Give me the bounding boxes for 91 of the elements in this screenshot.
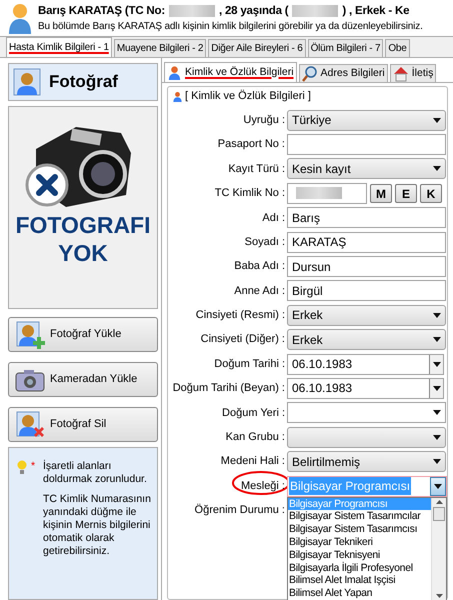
field-label: TC Kimlik No : xyxy=(214,186,285,202)
mernis-button[interactable]: E xyxy=(395,184,417,203)
text-field[interactable]: Birgül xyxy=(287,280,446,302)
field-label: Anne Adı : xyxy=(234,284,285,299)
dropdown-field[interactable]: Türkiye xyxy=(287,110,446,131)
scroll-up-icon[interactable] xyxy=(436,500,442,504)
caret-icon xyxy=(434,484,442,489)
subtab[interactable]: Adres Bilgileri xyxy=(298,64,388,82)
no-photo-text: FOTOGRAFI xyxy=(15,211,150,239)
redacted-block xyxy=(292,4,338,16)
text-field[interactable]: Barış xyxy=(287,207,446,228)
tab[interactable]: Muayene Bilgileri - 2 xyxy=(114,39,206,57)
subtab[interactable]: Kimlik ve Özlük Bilgileri xyxy=(164,62,297,82)
person-icon xyxy=(167,65,182,80)
field-label: Baba Adı : xyxy=(234,259,285,274)
date-field[interactable]: 06.10.1983 xyxy=(287,378,444,399)
no-photo-text: YOK xyxy=(58,239,108,267)
caret-icon xyxy=(433,118,441,123)
scroll-down-icon[interactable] xyxy=(436,594,442,598)
dropdown-option[interactable]: Bilgisayar Sistem Tasarımcısı xyxy=(288,523,431,536)
dropdown-field[interactable]: Belirtilmemiş xyxy=(287,451,446,472)
field-label: Adı : xyxy=(262,210,285,226)
dropdown-field[interactable] xyxy=(287,402,446,424)
dropdown-option[interactable]: Bilimsel Alet Imalat Işçisi xyxy=(288,574,431,588)
field-label: Kayıt Türü : xyxy=(228,162,285,177)
text-field[interactable]: Dursun xyxy=(287,256,446,278)
required-mark: * xyxy=(31,460,36,473)
caret-icon xyxy=(433,434,441,440)
field-label: Cinsiyeti (Resmi) : xyxy=(196,308,285,324)
caret-icon xyxy=(433,337,441,342)
portrait-delete-icon xyxy=(15,410,45,438)
caret-icon xyxy=(433,312,441,318)
text-field[interactable] xyxy=(287,134,446,156)
dropdown-option[interactable]: Bilgisayar Sistem Tasarımcılar xyxy=(288,510,431,524)
field-label: Kan Grubu : xyxy=(226,430,285,446)
magnifier-icon xyxy=(302,66,318,82)
house-icon xyxy=(392,66,409,82)
patient-title: , 28 yaşında ( xyxy=(218,4,288,18)
photo-action-button[interactable]: Kameradan Yükle xyxy=(8,362,158,397)
tab[interactable]: Obe xyxy=(385,39,410,57)
caret-icon xyxy=(433,166,441,172)
field-label: Soyadı : xyxy=(244,234,285,250)
tab[interactable]: Diğer Aile Bireyleri - 6 xyxy=(208,39,306,57)
scroll-thumb[interactable] xyxy=(433,506,445,521)
patient-title: ) , Erkek - Ke xyxy=(342,4,410,18)
field-label: Mesleği : xyxy=(240,478,285,494)
caret-icon xyxy=(432,362,440,367)
tab[interactable]: Hasta Kimlik Bilgileri - 1 xyxy=(6,37,112,57)
caret-icon xyxy=(433,459,441,464)
mernis-tip: TC Kimlik Numarasının yanındaki düğme ile kişinin Mernis bilgilerini otomatik olarak getirebilirsiniz. xyxy=(43,493,152,558)
photo-action-button[interactable]: Fotoğraf Sil xyxy=(8,407,158,442)
date-field[interactable]: 06.10.1983 xyxy=(287,354,444,375)
required-note: İşaretli alanları doldurmak zorunludur. xyxy=(43,460,148,486)
field-label: Öğrenim Durumu : xyxy=(194,502,285,518)
camera-icon xyxy=(15,368,45,392)
dropdown-option[interactable]: Bilimsel Alet Yapan xyxy=(288,587,431,600)
photo-title: Fotoğraf xyxy=(49,71,118,94)
tc-number-field[interactable] xyxy=(287,182,367,204)
field-label: Doğum Yeri : xyxy=(222,406,285,421)
portrait-icon xyxy=(13,68,41,96)
redacted-block xyxy=(296,187,342,200)
dropdown-field[interactable]: Erkek xyxy=(287,304,446,326)
header-subtitle: Bu bölümde Barış KARATAŞ adlı kişinin kimlik bilgilerini görebilir ya da düzenleyebilirsiniz. xyxy=(38,20,423,34)
mernis-button[interactable]: K xyxy=(420,184,442,203)
caret-icon xyxy=(433,410,441,416)
patient-title: Barış KARATAŞ (TC No: xyxy=(38,4,165,18)
field-label: Medeni Hali : xyxy=(220,454,285,470)
dropdown-field[interactable] xyxy=(287,426,446,448)
redacted-block xyxy=(168,4,215,16)
field-label: Cinsiyeti (Diğer) : xyxy=(200,332,285,348)
field-label: Doğum Tarihi : xyxy=(214,356,285,372)
field-label: Doğum Tarihi (Beyan) : xyxy=(172,381,285,396)
field-label: Pasaport No : xyxy=(218,137,285,152)
caret-icon xyxy=(432,386,440,391)
group-title: [ Kimlik ve Özlük Bilgileri ] xyxy=(185,88,311,104)
lightbulb-icon xyxy=(17,460,27,474)
dropdown-option[interactable]: Bilgisayar Teknikeri xyxy=(288,536,431,549)
person-icon xyxy=(172,90,183,102)
dropdown-option[interactable]: Bilgisayarla İlgili Profesyonel xyxy=(288,562,431,574)
dropdown-field[interactable]: Erkek xyxy=(287,329,446,350)
scrollbar[interactable] xyxy=(431,498,446,600)
tab[interactable]: Ölüm Bilgileri - 7 xyxy=(308,39,384,57)
dropdown-option[interactable]: Bilgisayar Teknisyeni xyxy=(288,548,431,562)
mernis-button[interactable]: M xyxy=(370,184,392,203)
dropdown-field[interactable]: Kesin kayıt xyxy=(287,158,446,180)
portrait-add-icon xyxy=(15,320,45,348)
text-field[interactable]: KARATAŞ xyxy=(287,232,446,253)
photo-action-button[interactable]: Fotoğraf Yükle xyxy=(8,317,158,352)
subtab[interactable]: İletiş xyxy=(390,64,436,82)
person-icon xyxy=(8,2,32,34)
field-label: Uyruğu : xyxy=(243,112,285,128)
